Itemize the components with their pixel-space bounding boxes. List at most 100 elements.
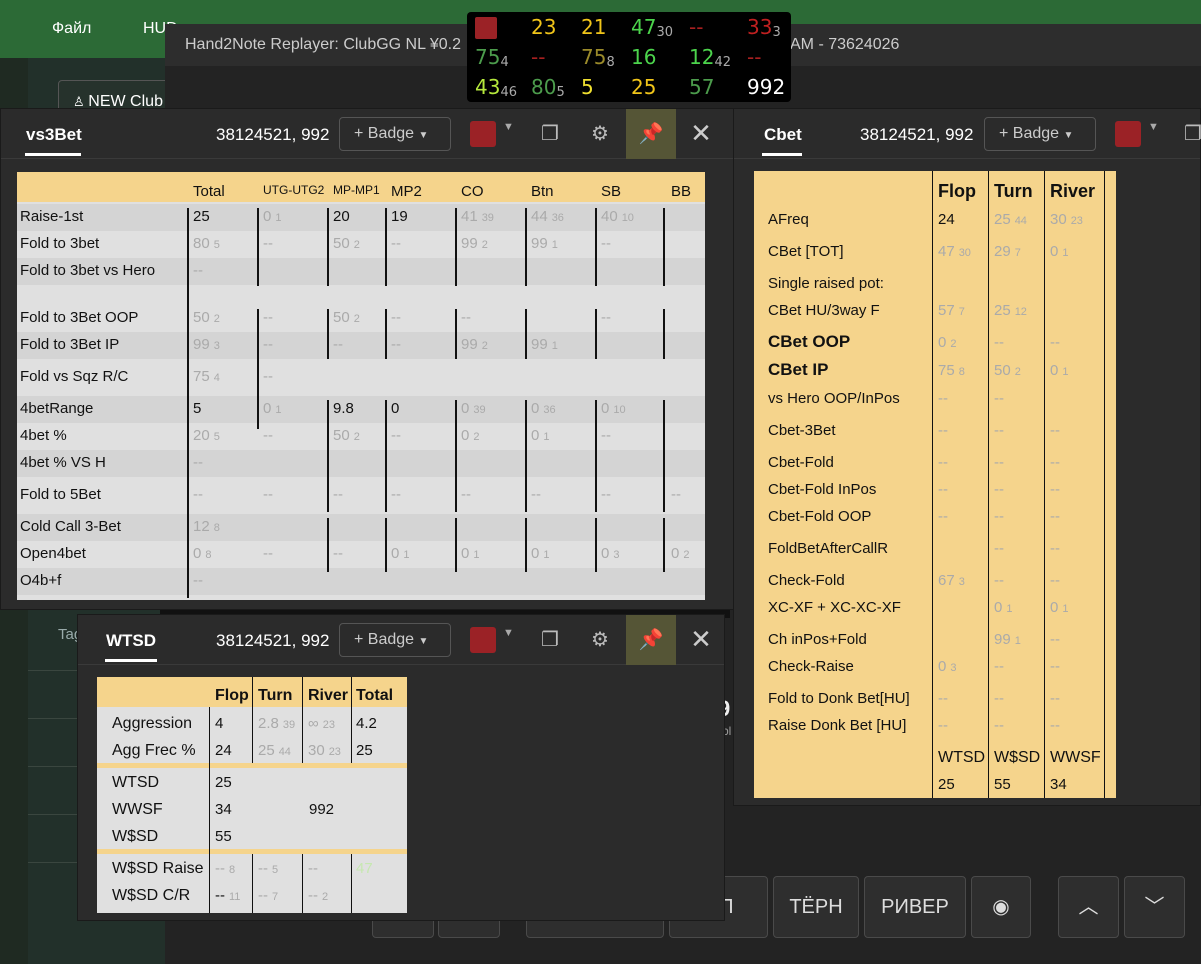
stat-value: 03 (938, 658, 956, 675)
gear-icon[interactable]: ⚙ (583, 623, 617, 657)
copy-icon[interactable]: ❐ (533, 623, 567, 657)
hud-stat[interactable]: 754 (475, 45, 509, 70)
eye-button[interactable]: ◉ (971, 876, 1031, 938)
copy-icon[interactable]: ❐ (533, 117, 567, 151)
stat-number: -- (938, 690, 948, 707)
down-button[interactable]: ﹀ (1124, 876, 1185, 938)
player-id: 38124521, 992 (860, 125, 974, 144)
stat-value: 47 (356, 860, 373, 877)
hud-value: 23 (531, 15, 557, 39)
color-swatch[interactable] (470, 121, 496, 147)
hud-value: 25 (631, 75, 657, 99)
gear-icon[interactable]: ⚙ (583, 117, 617, 151)
hud-stat[interactable]: 5 (581, 75, 594, 99)
river-button[interactable]: РИВЕР (864, 876, 966, 938)
stat-number: 2.8 (258, 715, 279, 732)
stat-sample: 2 (353, 313, 360, 325)
color-swatch[interactable] (1115, 121, 1141, 147)
stat-number: -- (391, 486, 401, 503)
close-icon[interactable]: ✕ (683, 115, 719, 151)
stat-value: 19 (391, 208, 408, 225)
stat-value: 01 (461, 545, 479, 562)
column-header: Total (356, 687, 394, 704)
hud-stat[interactable]: 16 (631, 45, 656, 69)
hud-stat[interactable]: 1242 (689, 45, 731, 70)
stat-number: 99 (994, 631, 1011, 648)
close-icon[interactable]: ✕ (683, 621, 719, 657)
tab-vs3bet[interactable]: vs3Bet (26, 125, 82, 145)
stat-number: -- (193, 262, 203, 279)
pin-icon[interactable]: 📌 (626, 109, 676, 159)
menu-file[interactable]: Файл (52, 20, 91, 38)
stat-number: -- (1050, 540, 1060, 557)
stat-number: -- (193, 486, 203, 503)
stat-number: -- (391, 427, 401, 444)
tab-wtsd[interactable]: WTSD (106, 631, 156, 651)
stat-value: 34 (215, 801, 232, 818)
hud-stat[interactable]: 57 (689, 75, 714, 99)
row-label: Fold to 5Bet (20, 486, 101, 503)
stat-value: -- (994, 717, 1004, 734)
up-button[interactable]: ︿ (1058, 876, 1119, 938)
hud-stat[interactable]: 4346 (475, 75, 517, 100)
copy-icon[interactable]: ❐ (1176, 117, 1201, 151)
player-hud[interactable]: 23 21 4730 -- 333 754 -- 758 16 1242 -- 4346 805 5 25 5… (467, 12, 791, 102)
hud-color-tag[interactable] (475, 17, 497, 39)
stat-sample: 44 (1014, 215, 1027, 227)
badge-dropdown[interactable]: + Badge ▼ (984, 117, 1096, 151)
stat-sample: 7 (1014, 247, 1021, 259)
wtsd-stats-table: Flop Turn River Total Aggression 4 2.8 39 ∞ 23 4.2… (97, 677, 407, 913)
stat-value: 50 2 (333, 309, 360, 326)
stat-value: 25 12 (994, 302, 1027, 319)
hud-stat[interactable]: 23 (531, 15, 556, 39)
hud-stat[interactable]: 4730 (631, 15, 673, 40)
tab-cbet[interactable]: Cbet (764, 125, 802, 145)
hud-stat[interactable]: 758 (581, 45, 615, 70)
caret-down-icon[interactable]: ▼ (1148, 121, 1159, 133)
stat-value: -- (263, 336, 273, 353)
stat-value: -- (994, 572, 1004, 589)
active-tab-indicator (25, 153, 81, 156)
stat-value: 20 (333, 208, 350, 225)
hud-stat[interactable]: 333 (747, 15, 781, 40)
hud-stat[interactable]: 805 (531, 75, 565, 100)
stat-number: -- (938, 717, 948, 734)
stat-number: 0 (1050, 362, 1059, 379)
hud-stat[interactable]: 25 (631, 75, 656, 99)
stat-sample: 1 (1062, 366, 1069, 378)
row-stripe (17, 568, 705, 595)
stat-sample: 2 (353, 239, 360, 251)
caret-down-icon[interactable]: ▼ (503, 627, 514, 639)
stat-sample: 8 (213, 522, 220, 534)
column-divider (327, 309, 329, 359)
badge-dropdown[interactable]: + Badge ▼ (339, 117, 451, 151)
chevron-down-icon: ﹀ (1144, 896, 1165, 918)
stat-number: 50 (333, 235, 350, 252)
column-header: CO (461, 183, 484, 200)
turn-button[interactable]: ТЁРН (773, 876, 859, 938)
hud-stat[interactable]: -- (747, 45, 761, 69)
stat-number: 0 (263, 208, 272, 225)
stat-value: 08 (193, 545, 211, 562)
stat-value: -- (531, 486, 541, 503)
color-swatch[interactable] (470, 627, 496, 653)
column-divider (351, 677, 352, 763)
stat-number: -- (994, 422, 1004, 439)
row-label: Raise-1st (20, 208, 84, 225)
caret-down-icon: ▼ (418, 636, 429, 647)
stat-number: -- (601, 235, 611, 252)
hud-stat[interactable]: 21 (581, 15, 606, 39)
stat-value: 25 44 (258, 742, 291, 759)
popup-header: Cbet 38124521, 992 + Badge ▼ ▼ ❐ (734, 109, 1201, 159)
column-divider (525, 400, 527, 512)
hud-stat[interactable]: -- (689, 15, 703, 39)
badge-dropdown[interactable]: + Badge ▼ (339, 623, 451, 657)
hud-value: 57 (689, 75, 715, 99)
pin-icon[interactable]: 📌 (626, 615, 676, 665)
stat-value: -- (333, 545, 343, 562)
stat-value: 50 2 (193, 309, 220, 326)
stat-number: -- (263, 427, 273, 444)
caret-down-icon[interactable]: ▼ (503, 121, 514, 133)
hud-stat[interactable]: 992 (747, 75, 785, 99)
hud-stat[interactable]: -- (531, 45, 545, 69)
